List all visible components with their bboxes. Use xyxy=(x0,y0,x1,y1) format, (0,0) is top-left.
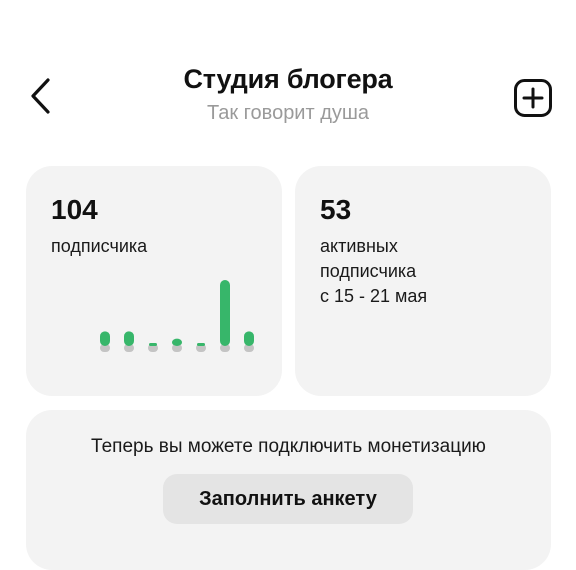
plus-square-icon xyxy=(514,79,552,117)
bar-4 xyxy=(172,338,182,346)
active-label-line2: подписчика xyxy=(320,261,417,281)
subscribers-bar-chart xyxy=(100,280,254,352)
subscribers-count: 104 xyxy=(51,194,98,225)
bar-2 xyxy=(124,331,134,346)
subscribers-card[interactable]: 104 подписчика xyxy=(26,166,282,396)
header: Студия блогера Так говорит душа xyxy=(0,0,576,150)
fill-form-button[interactable]: Заполнить анкету xyxy=(163,474,413,524)
page-subtitle: Так говорит душа xyxy=(206,102,370,124)
active-subscribers-label: активных подписчика с 15 - 21 мая xyxy=(320,234,427,309)
bar-3 xyxy=(149,343,157,346)
bar-1 xyxy=(100,331,110,346)
bar-5 xyxy=(197,343,205,346)
bar-7 xyxy=(244,331,254,346)
add-button[interactable] xyxy=(513,78,553,118)
active-label-line1: активных xyxy=(320,236,398,256)
active-subscribers-count: 53 xyxy=(320,194,352,225)
bar-6 xyxy=(220,280,230,346)
active-label-period: с 15 - 21 мая xyxy=(320,286,428,306)
active-subscribers-card[interactable]: 53 активных подписчика с 15 - 21 мая xyxy=(295,166,551,396)
monetization-text: Теперь вы можете подключить монетизацию xyxy=(91,436,486,457)
page-title: Студия блогера xyxy=(183,64,393,94)
monetization-card: Теперь вы можете подключить монетизацию … xyxy=(26,410,551,570)
subscribers-label: подписчика xyxy=(51,236,148,256)
